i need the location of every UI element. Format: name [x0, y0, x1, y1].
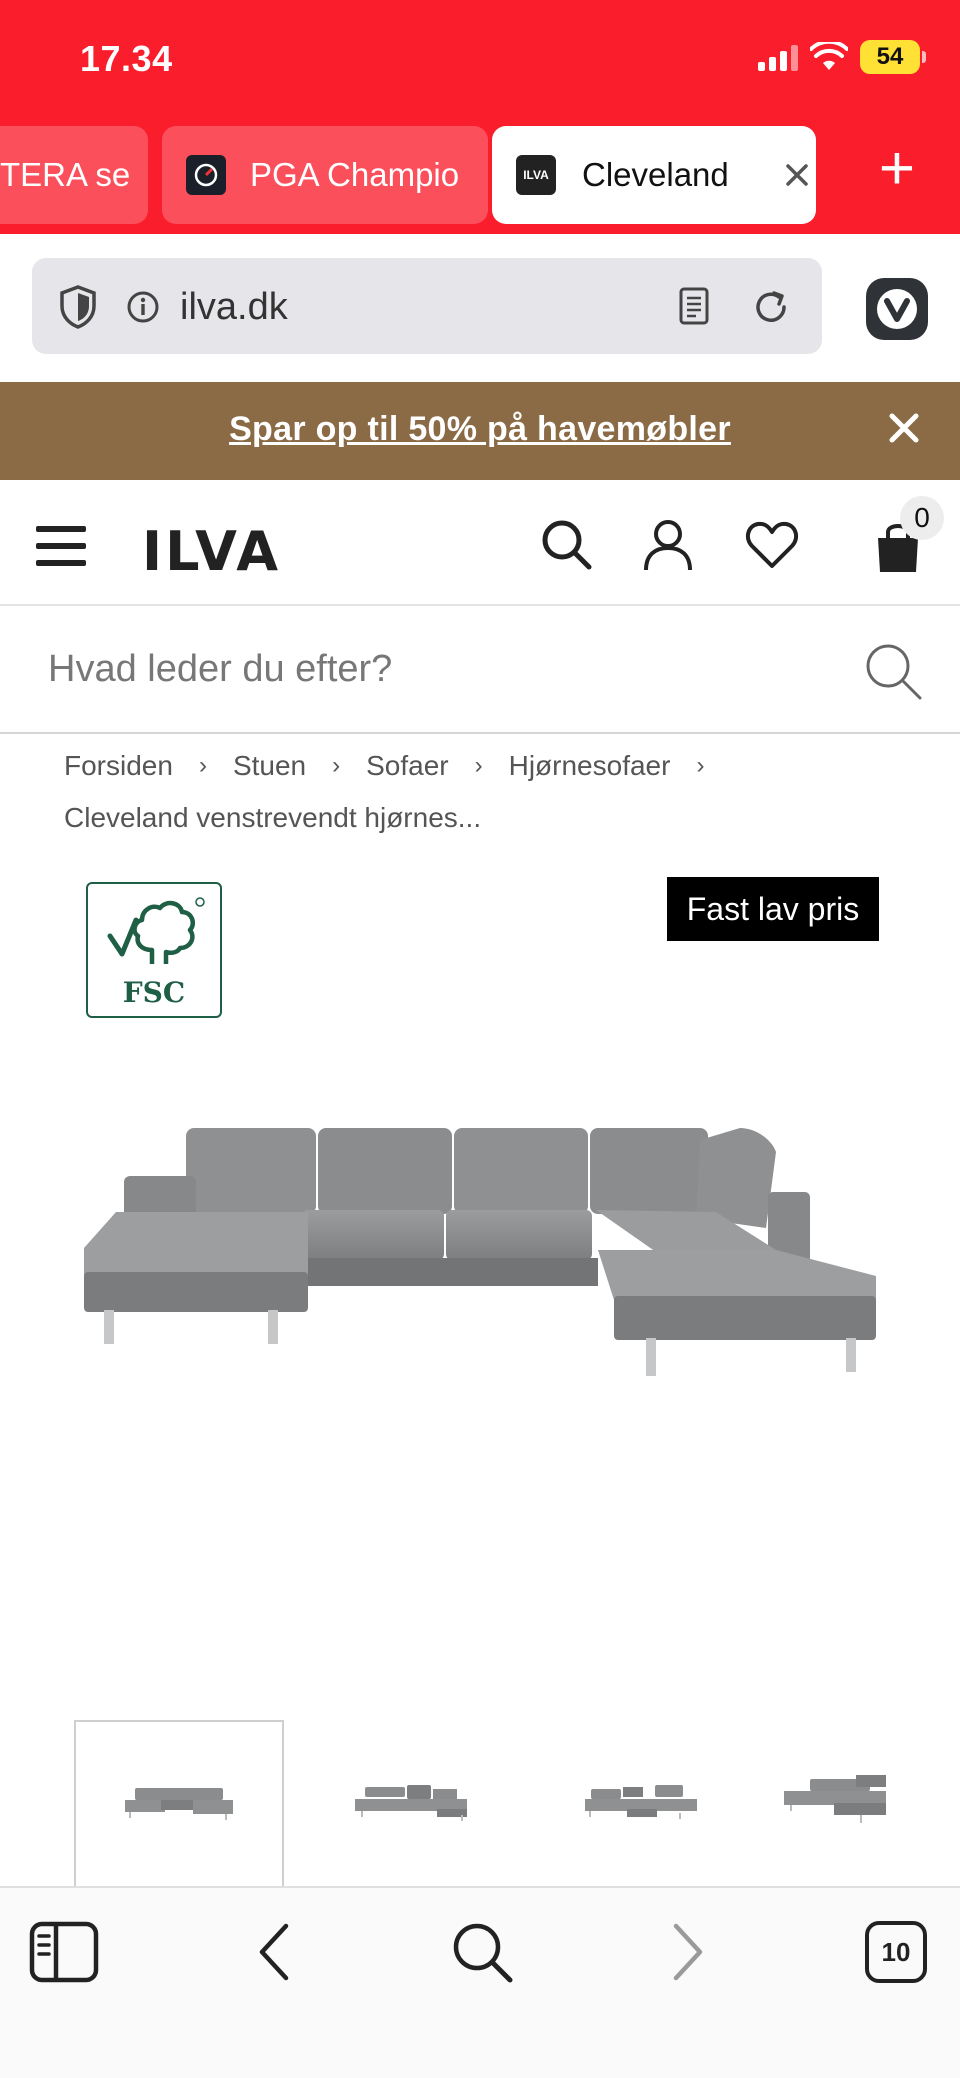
search-icon[interactable]	[538, 516, 594, 572]
breadcrumb-stuen[interactable]: Stuen	[233, 750, 306, 782]
forward-button[interactable]	[648, 1912, 728, 1992]
chevron-right-icon	[673, 1923, 703, 1981]
promo-banner: Spar op til 50% på havemøbler	[0, 382, 960, 480]
back-button[interactable]	[234, 1912, 314, 1992]
new-tab-button[interactable]: +	[872, 138, 922, 200]
search-submit-icon[interactable]	[862, 640, 924, 702]
breadcrumb-forsiden[interactable]: Forsiden	[64, 750, 173, 782]
breadcrumb-current[interactable]: Cleveland venstrevendt hjørnes...	[64, 802, 924, 834]
status-indicators: 54	[758, 40, 926, 74]
tab-label: PGA Champio	[250, 156, 460, 193]
sofa-thumbnail-image	[125, 1788, 233, 1820]
tab-label: TERA se	[0, 156, 131, 193]
vivaldi-logo-icon	[877, 289, 917, 329]
chevron-right-icon: ›	[474, 752, 483, 779]
status-time: 17.34	[80, 38, 173, 79]
address-bar[interactable]: ilva.dk	[32, 258, 822, 354]
cellular-signal-icon	[758, 43, 798, 71]
browser-toolbar: 10	[0, 1886, 960, 2078]
thumbnail-4[interactable]	[780, 1720, 886, 1886]
site-header: ILVA 0	[0, 480, 960, 606]
breadcrumb-sofaer[interactable]: Sofaer	[366, 750, 449, 782]
chevron-right-icon: ›	[332, 752, 341, 779]
breadcrumb-hjornesofaer[interactable]: Hjørnesofaer	[509, 750, 671, 782]
tab-close-icon[interactable]	[784, 162, 810, 188]
chevron-left-icon	[259, 1923, 289, 1981]
ilva-favicon-icon: ILVA	[516, 155, 556, 195]
site-search[interactable]: Hvad leder du efter?	[0, 608, 960, 734]
tab-pga-championship[interactable]: PGA Champio	[162, 126, 488, 224]
browser-tab-strip: 17.34 54 TERA se PGA Champio ILVA Clevel…	[0, 0, 960, 234]
sofa-thumbnail-image	[585, 1785, 697, 1819]
fsc-tree-icon	[107, 897, 205, 964]
battery-indicator: 54	[860, 40, 926, 74]
pga-favicon-icon	[186, 155, 226, 195]
sofa-thumbnail-image	[784, 1775, 886, 1823]
chevron-right-icon: ›	[198, 752, 207, 779]
site-logo[interactable]: ILVA	[142, 520, 281, 583]
fsc-certification-logo: FSC	[86, 882, 222, 1018]
chevron-right-icon: ›	[696, 752, 705, 779]
reload-icon[interactable]	[752, 288, 790, 326]
product-image[interactable]	[76, 1100, 884, 1400]
reader-mode-icon[interactable]	[678, 286, 710, 326]
search-input[interactable]: Hvad leder du efter?	[48, 648, 392, 691]
tab-cleveland[interactable]: ILVA Cleveland	[492, 126, 816, 224]
fsc-label: FSC	[122, 976, 186, 1009]
close-icon	[889, 413, 919, 443]
tab-tera[interactable]: TERA se	[0, 126, 148, 224]
thumbnail-1[interactable]	[74, 1720, 284, 1886]
info-icon[interactable]	[126, 290, 160, 324]
tab-switcher-button[interactable]: 10	[856, 1912, 936, 1992]
breadcrumb: Forsiden › Stuen › Sofaer › Hjørnesofaer…	[64, 748, 924, 834]
tab-label: Cleveland	[582, 156, 729, 193]
wishlist-heart-icon[interactable]	[744, 516, 800, 572]
sidebar-panel-icon	[29, 1921, 99, 1983]
url-text[interactable]: ilva.dk	[180, 286, 288, 329]
search-icon	[453, 1923, 513, 1983]
product-thumbnails	[0, 1720, 960, 1886]
tab-count: 10	[865, 1921, 927, 1983]
wifi-icon	[810, 42, 848, 70]
promo-link[interactable]: Spar op til 50% på havemøbler	[0, 410, 960, 449]
search-button[interactable]	[442, 1912, 522, 1992]
address-bar-area: ilva.dk	[0, 234, 960, 382]
menu-icon[interactable]	[36, 526, 86, 566]
panel-button[interactable]	[24, 1912, 104, 1992]
promo-close-button[interactable]	[888, 410, 920, 450]
sofa-thumbnail-image	[355, 1785, 467, 1821]
thumbnail-2[interactable]	[306, 1720, 516, 1886]
thumbnail-3[interactable]	[536, 1720, 746, 1886]
vivaldi-menu-button[interactable]	[866, 278, 928, 340]
price-badge: Fast lav pris	[667, 877, 879, 941]
cart-count-badge: 0	[900, 496, 944, 540]
account-icon[interactable]	[640, 516, 696, 572]
shield-icon[interactable]	[58, 284, 98, 330]
